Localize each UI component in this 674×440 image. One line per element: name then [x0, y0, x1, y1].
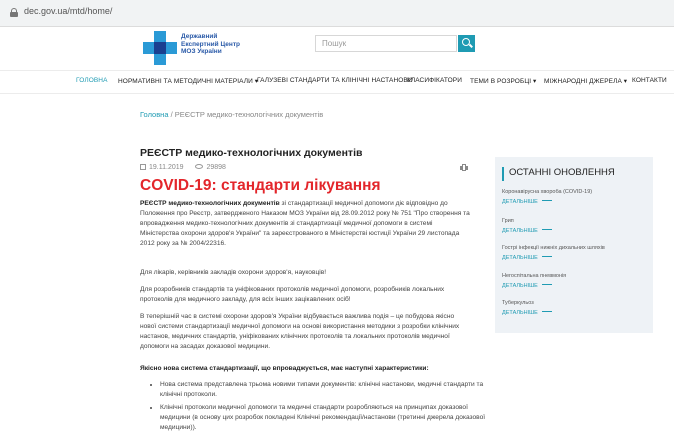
search-button[interactable]: [458, 35, 475, 52]
medical-cross-icon: [143, 31, 177, 65]
details-link[interactable]: ДЕТАЛЬНІШЕ: [502, 255, 648, 261]
sidebar-title: ОСТАННІ ОНОВЛЕННЯ: [502, 167, 615, 181]
paragraph-characteristics: Якісно нова система стандартизації, що в…: [140, 365, 429, 372]
update-item: Грип ДЕТАЛЬНІШЕ: [502, 218, 648, 234]
paragraph-doctors: Для лікарів, керівників закладів охорони…: [140, 269, 327, 276]
browser-address-bar[interactable]: dec.gov.ua/mtd/home/: [0, 0, 674, 27]
article-meta: 19.11.2019 29898: [140, 164, 226, 171]
characteristics-list: Нова система представлена трьома новими …: [148, 380, 490, 436]
intro-paragraph: РЕЄСТР медико-технологічних документів з…: [140, 200, 470, 247]
logo-text: Державний Експертний Центр МОЗ України: [181, 33, 240, 55]
nav-item-normative[interactable]: НОРМАТИВНІ ТА МЕТОДИЧНІ МАТЕРІАЛИ ▾: [118, 77, 258, 85]
update-item: Туберкульоз ДЕТАЛЬНІШЕ: [502, 300, 648, 316]
main-navigation: ГОЛОВНА НОРМАТИВНІ ТА МЕТОДИЧНІ МАТЕРІАЛ…: [0, 70, 674, 94]
paragraph-developers: Для розробників стандартів та уніфікован…: [140, 286, 445, 303]
site-logo[interactable]: Державний Експертний Центр МОЗ України: [143, 31, 253, 67]
breadcrumb-current: РЕЄСТР медико-технологічних документів: [174, 110, 324, 119]
article-date: 19.11.2019: [149, 164, 184, 171]
details-link[interactable]: ДЕТАЛЬНІШЕ: [502, 228, 648, 234]
list-item: Нова система представлена трьома новими …: [160, 380, 490, 400]
page-title: РЕЄСТР медико-технологічних документів: [140, 147, 363, 159]
calendar-icon: [140, 164, 146, 170]
list-item: Клінічні протоколи медичної допомоги та …: [160, 403, 490, 433]
nav-item-classifiers[interactable]: КЛАСИФІКАТОРИ: [407, 77, 462, 84]
details-link[interactable]: ДЕТАЛЬНІШЕ: [502, 310, 648, 316]
nav-item-standards[interactable]: ГАЛУЗЕВІ СТАНДАРТИ ТА КЛІНІЧНІ НАСТАНОВИ: [257, 77, 413, 84]
latest-updates-panel: ОСТАННІ ОНОВЛЕННЯ Коронавірусна хвороба …: [495, 157, 653, 333]
update-item: Коронавірусна хвороба (COVID-19) ДЕТАЛЬН…: [502, 189, 648, 205]
paragraph-system: В теперішній час в системі охорони здоро…: [140, 313, 460, 350]
covid-headline-link[interactable]: COVID-19: стандарти лікування: [140, 177, 381, 195]
lock-icon: [10, 8, 18, 17]
breadcrumb-home[interactable]: Головна: [140, 110, 169, 119]
nav-item-international[interactable]: МІЖНАРОДНІ ДЖЕРЕЛА ▾: [544, 77, 627, 85]
update-item: Негоспітальна пневмонія ДЕТАЛЬНІШЕ: [502, 273, 648, 289]
nav-item-home[interactable]: ГОЛОВНА: [76, 77, 108, 84]
details-link[interactable]: ДЕТАЛЬНІШЕ: [502, 199, 648, 205]
details-link[interactable]: ДЕТАЛЬНІШЕ: [502, 283, 648, 289]
intro-bold: РЕЄСТР медико-технологічних документів: [140, 200, 280, 207]
search-input[interactable]: Пошук: [315, 35, 457, 52]
address-url[interactable]: dec.gov.ua/mtd/home/: [24, 6, 112, 16]
article-views: 29898: [206, 164, 226, 171]
print-icon[interactable]: [460, 164, 468, 171]
eye-icon: [195, 164, 204, 169]
update-item: Гострі інфекції нижніх дихальних шляхів …: [502, 245, 648, 261]
breadcrumb: Головна / РЕЄСТР медико-технологічних до…: [140, 110, 324, 119]
nav-item-topics[interactable]: ТЕМИ В РОЗРОБЦІ ▾: [470, 77, 536, 85]
nav-item-contacts[interactable]: КОНТАКТИ: [632, 77, 667, 84]
